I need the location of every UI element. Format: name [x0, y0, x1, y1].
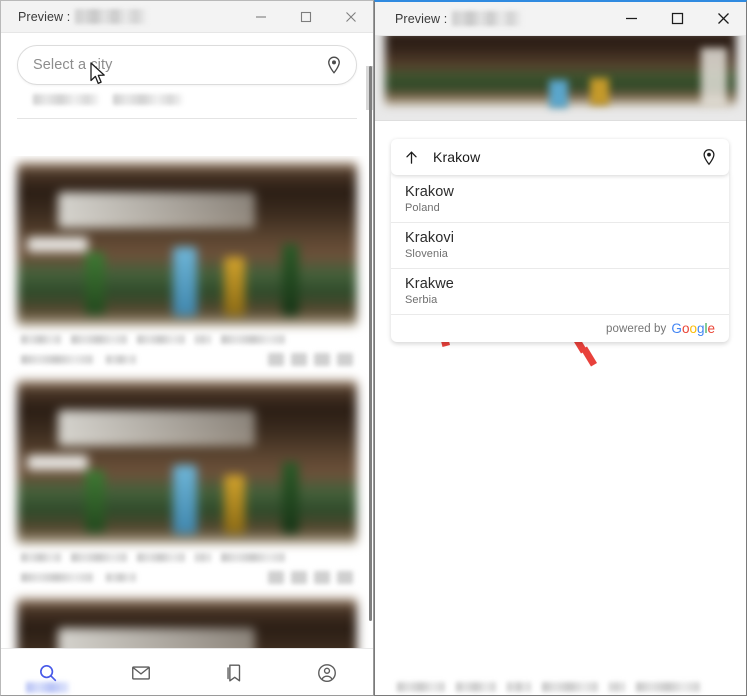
- list-item[interactable]: [17, 380, 357, 588]
- card-meta: [17, 326, 357, 370]
- close-icon: [717, 13, 729, 24]
- left-window-title: Preview :: [1, 9, 148, 24]
- places-autocomplete-widget: Krakow Krakow Poland Krakovi Slovenia Kr…: [391, 139, 729, 342]
- hero-divider: [375, 120, 746, 121]
- hero-caption-redacted: [397, 682, 700, 692]
- header-divider: [17, 118, 357, 119]
- list-item[interactable]: [17, 598, 357, 648]
- nav-item-account[interactable]: [280, 649, 373, 695]
- left-maximize-button[interactable]: [283, 1, 328, 33]
- powered-by-google-footer: powered by Google: [391, 315, 729, 342]
- redacted-subtitle-row: [17, 85, 357, 105]
- suggestion-name: Krakow: [405, 184, 454, 200]
- account-circle-icon: [317, 663, 336, 682]
- places-suggestion-list[interactable]: Krakow Poland Krakovi Slovenia Krakwe Se…: [391, 171, 729, 342]
- right-window-controls: [608, 2, 746, 35]
- powered-by-label: powered by: [605, 322, 667, 335]
- left-window-title-prefix: Preview :: [18, 10, 71, 24]
- right-window-body: Krakow Krakow Poland Krakovi Slovenia Kr…: [375, 36, 746, 694]
- left-window-body: Select a city: [1, 33, 373, 695]
- right-window-titlebar[interactable]: Preview :: [375, 2, 746, 36]
- maximize-icon: [671, 12, 683, 25]
- screenshot-root: Preview : Select a city Preview: Krakow…: [0, 0, 747, 696]
- right-window-title-redacted: [452, 11, 523, 26]
- close-icon: [345, 11, 356, 22]
- card-photo-redacted: [17, 598, 357, 648]
- suggestion-country: Slovenia: [405, 248, 448, 260]
- right-close-button[interactable]: [700, 2, 746, 36]
- hero-photo-redacted: [375, 36, 746, 120]
- suggestion-name: Krakwe: [405, 276, 454, 292]
- list-item[interactable]: Krakow Poland: [391, 177, 729, 223]
- right-maximize-button[interactable]: [654, 2, 700, 36]
- annotation-arrows: [414, 252, 597, 367]
- bookmark-icon: [226, 664, 240, 681]
- right-preview-window: Preview : Krakow Krakow Poland Krakovi S…: [374, 0, 747, 696]
- left-window-title-redacted: [75, 9, 148, 24]
- search-icon: [39, 664, 56, 681]
- nav-item-bookmarks[interactable]: [187, 649, 280, 695]
- redacted-subtitle-2: [113, 94, 183, 105]
- nav-label-search-redacted: [26, 682, 69, 693]
- card-photo-redacted: [17, 162, 357, 326]
- places-autocomplete-value: Krakow: [433, 149, 481, 165]
- right-window-title: Preview :: [375, 11, 523, 26]
- left-window-controls: [238, 1, 373, 32]
- list-item[interactable]: Krakovi Slovenia: [391, 223, 729, 269]
- card-feed-list[interactable]: [1, 156, 373, 648]
- left-close-button[interactable]: [328, 1, 373, 33]
- minimize-icon: [255, 15, 266, 18]
- minimize-icon: [625, 17, 637, 20]
- bottom-navigation-bar: [1, 648, 373, 695]
- mouse-cursor: [90, 62, 105, 85]
- left-minimize-button[interactable]: [238, 1, 283, 33]
- vertical-scrollbar[interactable]: [366, 66, 373, 695]
- list-item[interactable]: Krakwe Serbia: [391, 269, 729, 315]
- arrow-up-icon[interactable]: [403, 149, 420, 166]
- location-pin-icon[interactable]: [700, 148, 718, 166]
- redacted-subtitle-1: [33, 94, 99, 105]
- left-preview-window: Preview : Select a city: [0, 0, 374, 696]
- nav-item-mail[interactable]: [94, 649, 187, 695]
- google-logo: Google: [671, 321, 715, 336]
- right-minimize-button[interactable]: [608, 2, 654, 36]
- card-photo-redacted: [17, 380, 357, 544]
- city-search-section: Select a city: [1, 33, 373, 119]
- location-pin-icon[interactable]: [324, 55, 344, 75]
- right-window-title-prefix: Preview :: [395, 12, 448, 26]
- list-item[interactable]: [17, 162, 357, 370]
- places-autocomplete-input[interactable]: Krakow: [391, 139, 729, 175]
- suggestion-name: Krakovi: [405, 230, 455, 246]
- card-meta: [17, 544, 357, 588]
- suggestion-country: Poland: [405, 202, 440, 214]
- mail-icon: [131, 665, 150, 680]
- left-window-titlebar[interactable]: Preview :: [1, 1, 373, 33]
- suggestion-country: Serbia: [405, 294, 438, 306]
- nav-item-search[interactable]: [1, 649, 94, 695]
- city-search-input[interactable]: Select a city: [17, 45, 357, 85]
- maximize-icon: [300, 11, 311, 22]
- scrollbar-thumb[interactable]: [369, 66, 372, 621]
